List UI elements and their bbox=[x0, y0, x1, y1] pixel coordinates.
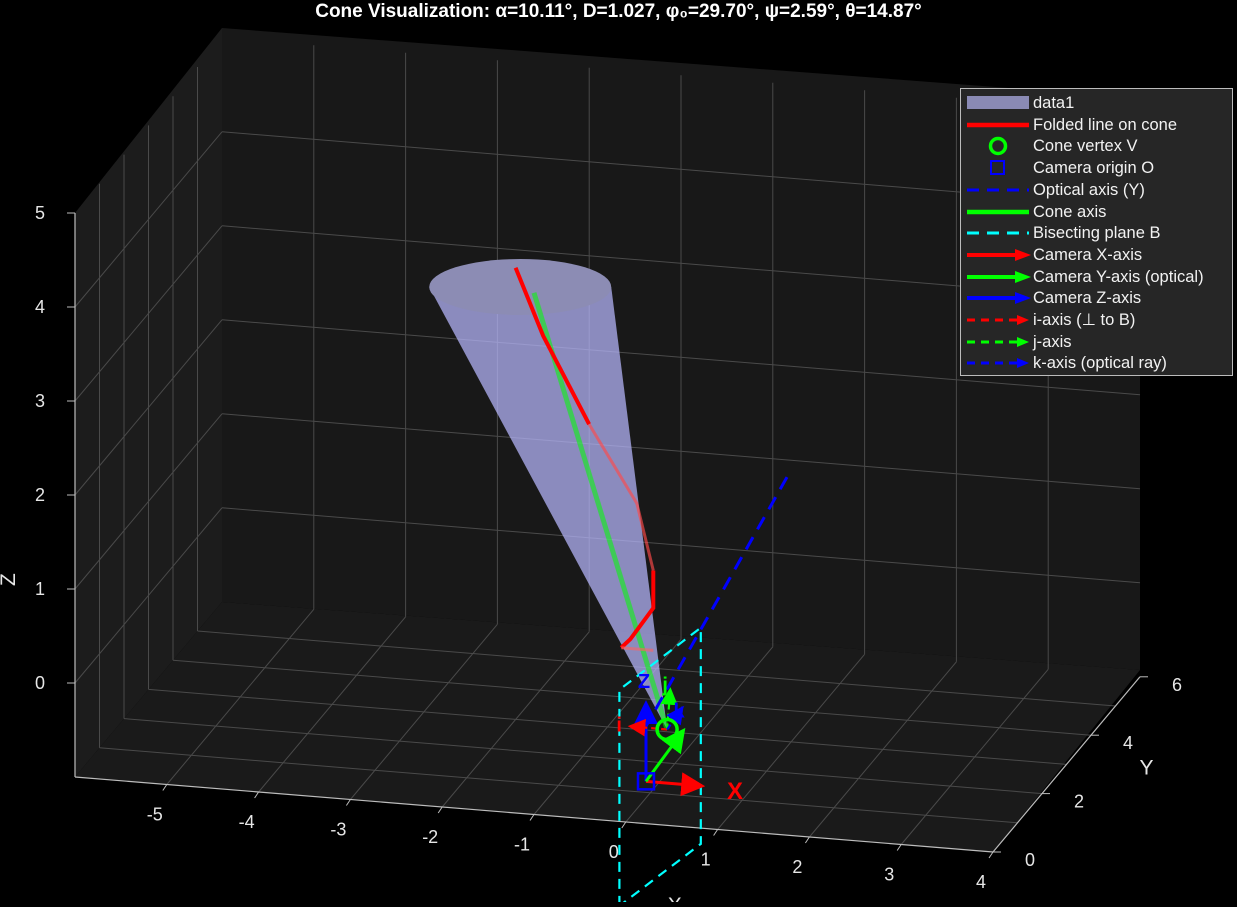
y-tick-label: 6 bbox=[1172, 675, 1182, 695]
legend-symbol-dashed-arrow bbox=[967, 315, 1029, 325]
legend-item[interactable]: Cone vertex V bbox=[961, 135, 1232, 157]
legend-label: Folded line on cone bbox=[1033, 115, 1178, 134]
legend-symbol-line bbox=[967, 209, 1029, 214]
x-tick-label: -3 bbox=[330, 820, 346, 840]
annotation-i: i bbox=[616, 714, 622, 736]
legend-symbol-arrow bbox=[967, 292, 1031, 305]
x-tick-mark bbox=[713, 829, 719, 836]
x-tick-label: -2 bbox=[422, 827, 438, 847]
cone-base-cap bbox=[429, 258, 612, 315]
legend-symbol-line bbox=[967, 122, 1029, 127]
y-axis-label: Y bbox=[1139, 756, 1153, 779]
y-tick-label: 0 bbox=[1025, 850, 1035, 870]
z-tick-label: 4 bbox=[35, 297, 45, 317]
legend-symbol-dashed bbox=[967, 188, 1029, 192]
legend-symbol-square bbox=[990, 160, 1005, 176]
legend-symbol-arrow bbox=[967, 270, 1031, 283]
annotation-X: X bbox=[727, 778, 743, 805]
legend-item[interactable]: k-axis (optical ray) bbox=[961, 352, 1232, 374]
chart-title: Cone Visualization: α=10.11°, D=1.027, φ… bbox=[315, 1, 922, 22]
x-tick-mark bbox=[804, 836, 810, 844]
legend-item[interactable]: Folded line on cone bbox=[961, 114, 1232, 136]
x-tick-mark bbox=[254, 791, 260, 799]
y-tick-label: 4 bbox=[1123, 733, 1133, 753]
legend-label: k-axis (optical ray) bbox=[1033, 354, 1167, 373]
x-tick-mark bbox=[621, 821, 627, 829]
legend-item[interactable]: i-axis (⊥ to B) bbox=[961, 309, 1232, 331]
legend-item[interactable]: j-axis bbox=[961, 331, 1232, 353]
legend-label: data1 bbox=[1033, 94, 1075, 112]
legend-item[interactable]: Cone axis bbox=[961, 201, 1232, 223]
x-tick-label: 3 bbox=[884, 865, 894, 885]
legend-item[interactable]: data1 bbox=[961, 92, 1232, 114]
legend-label: Bisecting plane B bbox=[1033, 224, 1161, 243]
legend-item[interactable]: Camera Z-axis bbox=[961, 287, 1232, 309]
legend-label: Camera X-axis bbox=[1033, 245, 1143, 264]
x-axis-label: X bbox=[668, 894, 682, 902]
legend-item[interactable]: Camera Y-axis (optical) bbox=[961, 266, 1232, 288]
x-tick-mark bbox=[896, 844, 902, 851]
annotation-Z: Z bbox=[638, 671, 650, 693]
z-tick-label: 2 bbox=[35, 485, 45, 505]
z-axis-label: Z bbox=[0, 573, 20, 586]
legend-label: Camera Y-axis (optical) bbox=[1033, 267, 1204, 286]
y-tick-label: 2 bbox=[1074, 792, 1084, 812]
x-tick-label: -4 bbox=[239, 812, 255, 832]
legend-item[interactable]: Bisecting plane B bbox=[961, 222, 1232, 244]
legend[interactable]: data1 Folded line on cone Cone vertex V Cam… bbox=[960, 88, 1233, 376]
plot-area: -5 -4 -3 -2 -1 0 1 2 3 4 0 2 4 6 0 1 2 3 4 5 X Y Z X Zi jk Cone … bbox=[0, 0, 1237, 907]
x-tick-label: 0 bbox=[609, 842, 619, 862]
x-tick-label: 1 bbox=[701, 850, 711, 870]
annotation-j: j bbox=[661, 674, 668, 696]
x-tick-label: -1 bbox=[514, 835, 530, 855]
legend-symbol-dashed-arrow bbox=[967, 336, 1029, 347]
legend-label: j-axis bbox=[1033, 332, 1072, 351]
z-tick-label: 1 bbox=[35, 579, 45, 599]
legend-symbol-patch bbox=[967, 96, 1029, 109]
legend-label: Camera origin O bbox=[1033, 159, 1155, 178]
x-tick-mark bbox=[162, 784, 168, 791]
legend-label: Cone vertex V bbox=[1033, 137, 1138, 156]
legend-label: Optical axis (Y) bbox=[1033, 180, 1145, 199]
x-tick-mark bbox=[529, 814, 535, 821]
legend-symbol-dashed bbox=[967, 231, 1029, 235]
x-tick-mark bbox=[345, 799, 351, 806]
annotation-k: k bbox=[674, 700, 686, 722]
legend-symbol-dashed-arrow bbox=[967, 358, 1029, 369]
legend-item[interactable]: Camera origin O bbox=[961, 157, 1232, 179]
legend-symbol-circle bbox=[988, 137, 1008, 156]
x-tick-mark bbox=[988, 851, 994, 859]
x-tick-label: -5 bbox=[147, 805, 163, 825]
x-tick-label: 2 bbox=[792, 857, 802, 877]
legend-label: Camera Z-axis bbox=[1033, 289, 1142, 308]
legend-symbol-arrow bbox=[967, 248, 1031, 261]
x-tick-mark bbox=[437, 806, 443, 814]
z-tick-label: 5 bbox=[35, 203, 45, 223]
x-tick-label: 4 bbox=[976, 872, 986, 892]
legend-label: Cone axis bbox=[1033, 202, 1107, 221]
z-tick-label: 0 bbox=[35, 673, 45, 693]
legend-item[interactable]: Optical axis (Y) bbox=[961, 179, 1232, 201]
z-tick-label: 3 bbox=[35, 391, 45, 411]
legend-label: i-axis (⊥ to B) bbox=[1033, 311, 1136, 329]
legend-item[interactable]: Camera X-axis bbox=[961, 244, 1232, 266]
